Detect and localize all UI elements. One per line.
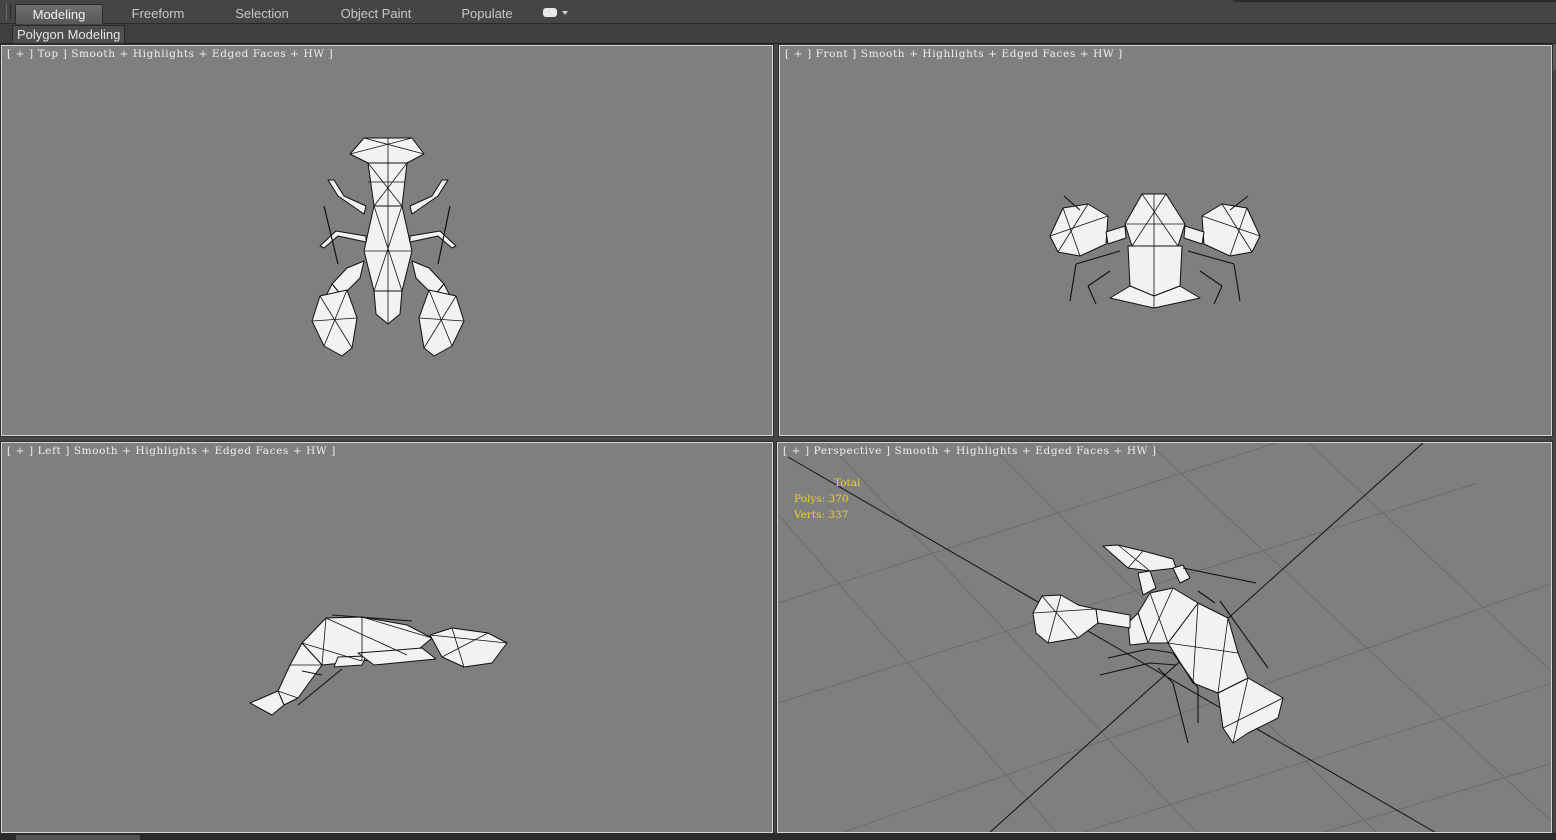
chevron-down-icon — [562, 11, 568, 15]
tab-populate[interactable]: Populate — [450, 4, 524, 23]
viewport-front[interactable]: [ + ] Front ] Smooth + Highlights + Edge… — [778, 44, 1553, 437]
toolbar-grip[interactable] — [6, 4, 11, 20]
stats-verts: Verts: 337 — [794, 509, 849, 521]
lobster-perspective-view — [778, 443, 1551, 832]
viewport-top[interactable]: [ + ] Top ] Smooth + Highlights + Edged … — [0, 44, 774, 437]
lobster-front-view — [1049, 193, 1261, 309]
viewport-left[interactable]: [ + ] Left ] Smooth + Highlights + Edged… — [0, 441, 774, 834]
stats-title: Total — [834, 477, 861, 489]
tab-object-paint[interactable]: Object Paint — [330, 4, 422, 23]
ribbon-panel: Polygon Modeling — [0, 24, 1556, 44]
viewport-perspective[interactable]: [ + ] Perspective ] Smooth + Highlights … — [776, 441, 1553, 834]
tab-modeling[interactable]: Modeling — [15, 4, 103, 24]
time-slider-bar — [0, 833, 1556, 840]
polygon-modeling-panel-button[interactable]: Polygon Modeling — [12, 25, 126, 44]
ribbon-tab-bar: Modeling Freeform Selection Object Paint… — [0, 0, 1556, 24]
ribbon-scroll-handle[interactable] — [1552, 44, 1556, 70]
lobster-left-view — [249, 614, 508, 716]
lobster-top-view — [311, 137, 465, 357]
tab-selection[interactable]: Selection — [222, 4, 302, 23]
tab-freeform[interactable]: Freeform — [118, 4, 198, 23]
time-slider-thumb[interactable] — [16, 835, 140, 840]
viewport-label-perspective[interactable]: [ + ] Perspective ] Smooth + Highlights … — [783, 445, 1157, 457]
ribbon-options-dropdown[interactable] — [543, 8, 571, 20]
window-edge — [1233, 0, 1556, 2]
toggle-pill-icon — [543, 8, 557, 17]
stats-polys: Polys: 370 — [794, 493, 849, 505]
